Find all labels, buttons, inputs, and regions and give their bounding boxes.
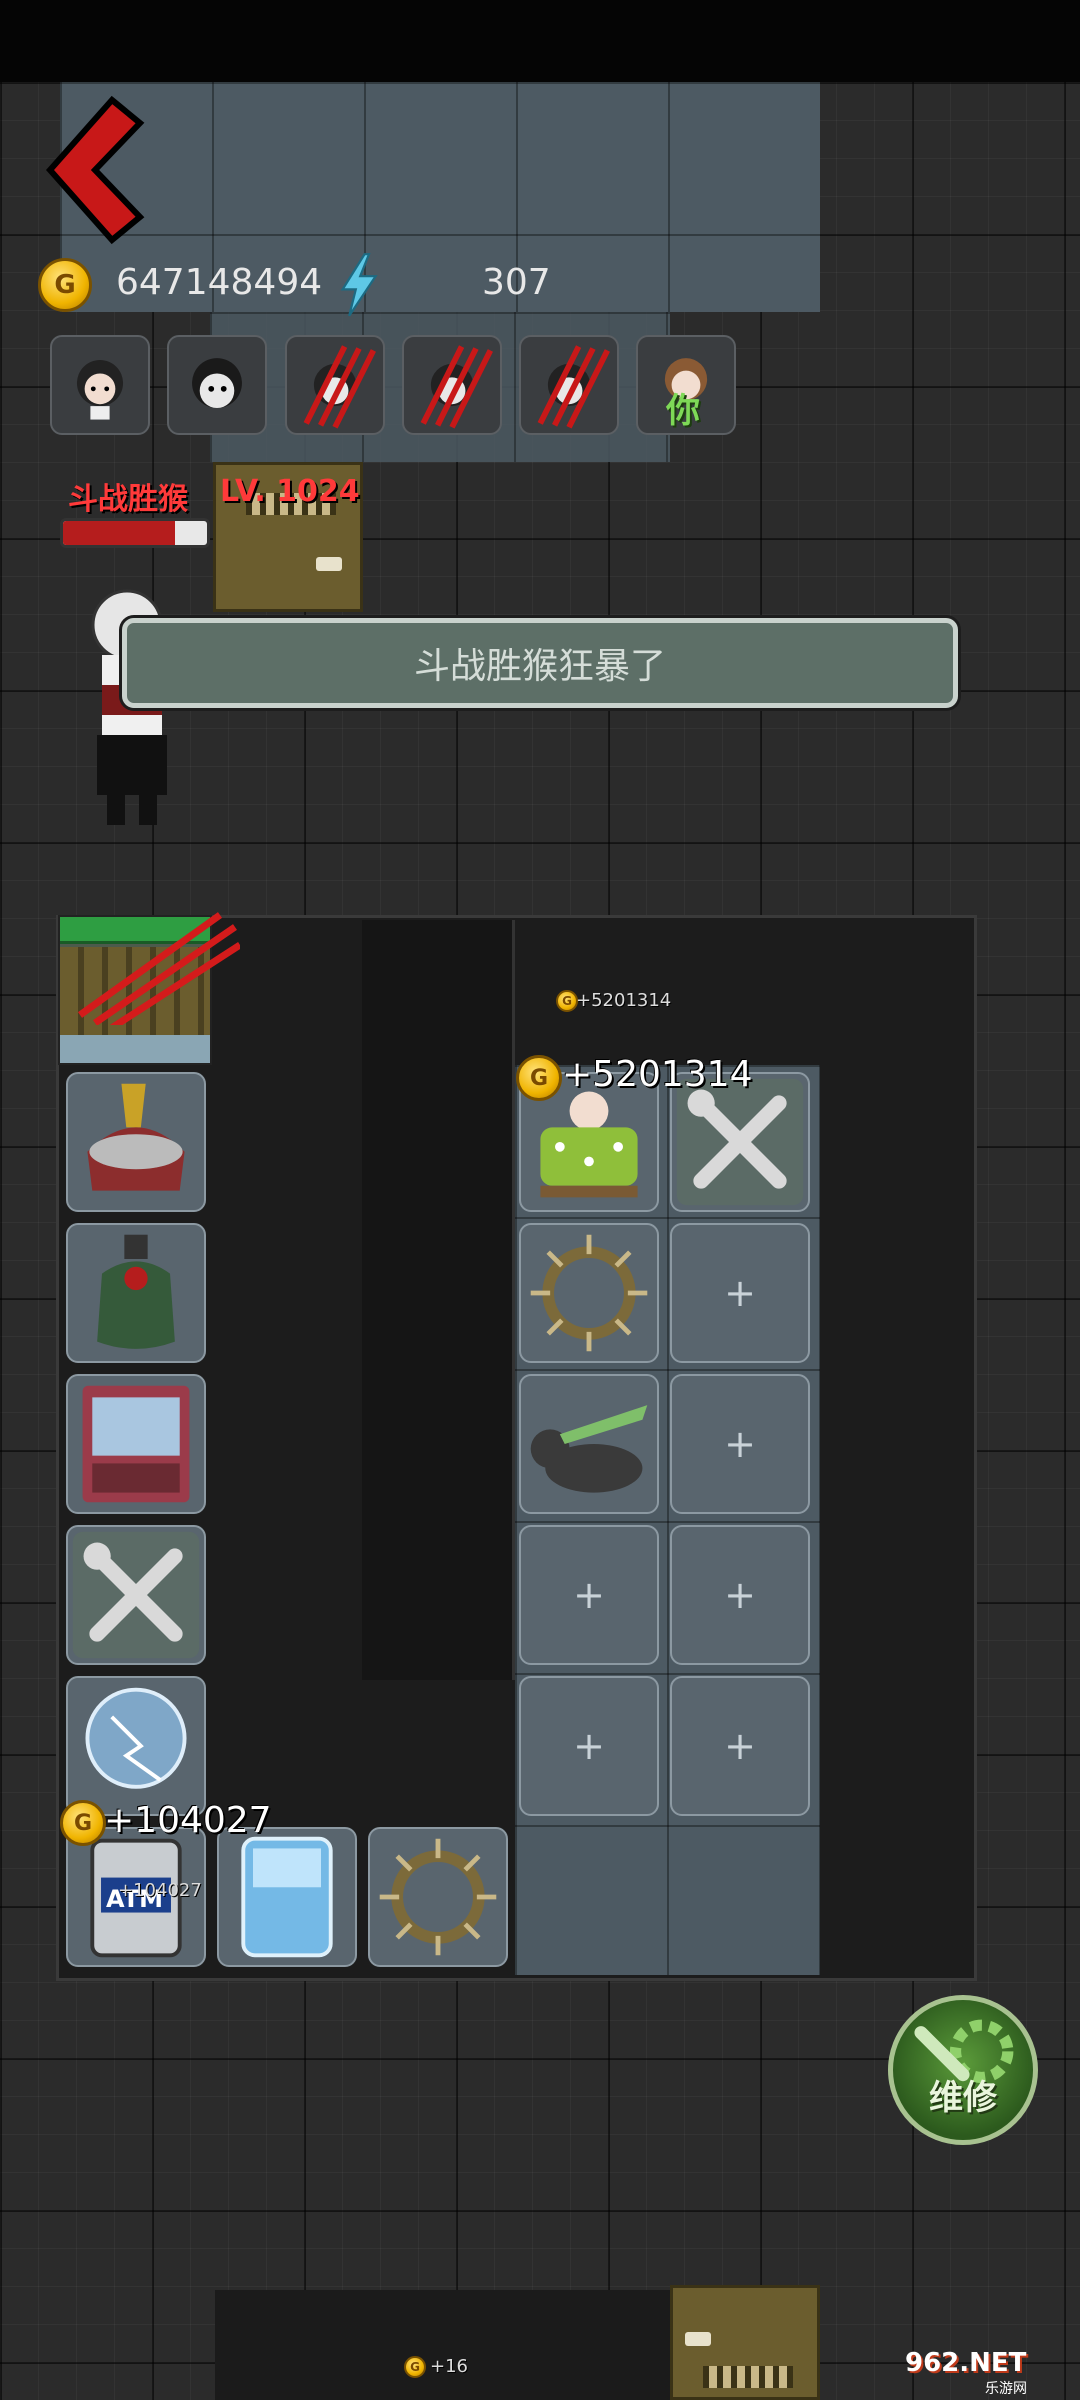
energy-amount: 307 <box>482 262 551 303</box>
gold-popup-small: +104027 <box>118 1880 202 1901</box>
gold-popup-small: +5201314 <box>576 990 672 1011</box>
girl-avatar-icon <box>76 360 124 420</box>
slot-thorn-trap[interactable] <box>368 1827 508 1967</box>
repair-button[interactable]: 维修 <box>888 1995 1038 2145</box>
back-arrow-icon[interactable] <box>40 95 150 245</box>
repair-label: 维修 <box>929 2078 997 2118</box>
thorn-ring-icon <box>379 1838 497 1956</box>
empty-slot[interactable]: + <box>519 1676 659 1816</box>
site-watermark: 962.NET 乐游网 <box>905 2348 1077 2397</box>
boss-hp-fill <box>63 521 176 545</box>
add-icon: + <box>724 1724 756 1768</box>
gold-amount: 647148494 <box>116 262 323 303</box>
wrench-screwdriver-icon <box>72 1531 200 1659</box>
slashed-avatar-icon <box>420 345 493 429</box>
slot-fridge[interactable] <box>217 1827 357 1967</box>
turret-icon <box>87 1083 185 1191</box>
slot-tesla-orb[interactable] <box>66 1676 206 1816</box>
slashed-avatar-icon <box>537 345 610 429</box>
empty-slot[interactable]: + <box>670 1374 810 1514</box>
gold-popup: +104027 <box>104 1800 272 1841</box>
event-notification: 斗战胜猴狂暴了 <box>122 618 958 708</box>
empty-slot[interactable]: + <box>670 1223 810 1363</box>
status-bar <box>0 0 1080 82</box>
gold-popup-small: +16 <box>430 2356 468 2377</box>
gold-coin-icon: G <box>556 990 578 1012</box>
boss-hp-bar <box>60 518 210 548</box>
gold-coin-icon: G <box>60 1800 106 1846</box>
ice-block-icon <box>241 1836 333 1958</box>
player-avatar[interactable] <box>167 335 267 435</box>
player-avatar-slashed[interactable] <box>519 335 619 435</box>
player-avatar-slashed[interactable] <box>402 335 502 435</box>
lower-corridor <box>215 2290 670 2400</box>
player-avatar-slashed[interactable] <box>285 335 385 435</box>
self-label: 你 <box>666 391 700 431</box>
inner-wall <box>362 920 515 1680</box>
boss-name: 斗战胜猴 <box>68 482 188 517</box>
empty-slot[interactable]: + <box>670 1676 810 1816</box>
thorn-ring-icon <box>530 1234 648 1352</box>
potion-bottle-icon <box>97 1234 175 1349</box>
claw-slash-icon <box>77 912 240 1025</box>
add-icon: + <box>573 1724 605 1768</box>
add-icon: + <box>724 1573 756 1617</box>
slashed-avatar-icon <box>303 345 376 429</box>
gold-coin-icon: G <box>38 258 92 312</box>
slot-alarm-turret[interactable] <box>66 1072 206 1212</box>
slot-thorn-trap[interactable] <box>519 1223 659 1363</box>
claw-machine-icon <box>82 1385 190 1503</box>
boss-level: LV. 1024 <box>220 474 360 509</box>
add-icon: + <box>573 1573 605 1617</box>
event-message: 斗战胜猴狂暴了 <box>413 646 666 687</box>
watermark-text: 962.NET <box>905 2348 1027 2378</box>
empty-slot[interactable]: + <box>519 1525 659 1665</box>
gold-coin-icon: G <box>516 1055 562 1101</box>
slot-guard-dog[interactable] <box>519 1374 659 1514</box>
door[interactable] <box>670 2285 820 2400</box>
energy-icon <box>340 253 378 317</box>
gold-coin-icon: G <box>404 2356 426 2378</box>
slot-arcade-machine[interactable] <box>66 1374 206 1514</box>
empty-slot[interactable]: + <box>670 1525 810 1665</box>
tesla-orb-icon <box>85 1687 187 1789</box>
dog-with-knife-icon <box>530 1405 648 1493</box>
slot-potion[interactable] <box>66 1223 206 1363</box>
player-avatar-self[interactable]: 你 <box>636 335 736 435</box>
add-icon: + <box>724 1422 756 1466</box>
add-icon: + <box>724 1271 756 1315</box>
pale-face-avatar-icon <box>192 358 242 409</box>
slot-repair-tool[interactable] <box>66 1525 206 1665</box>
gold-popup: +5201314 <box>562 1054 753 1095</box>
player-avatar[interactable] <box>50 335 150 435</box>
watermark-sub: 乐游网 <box>985 2381 1027 2397</box>
